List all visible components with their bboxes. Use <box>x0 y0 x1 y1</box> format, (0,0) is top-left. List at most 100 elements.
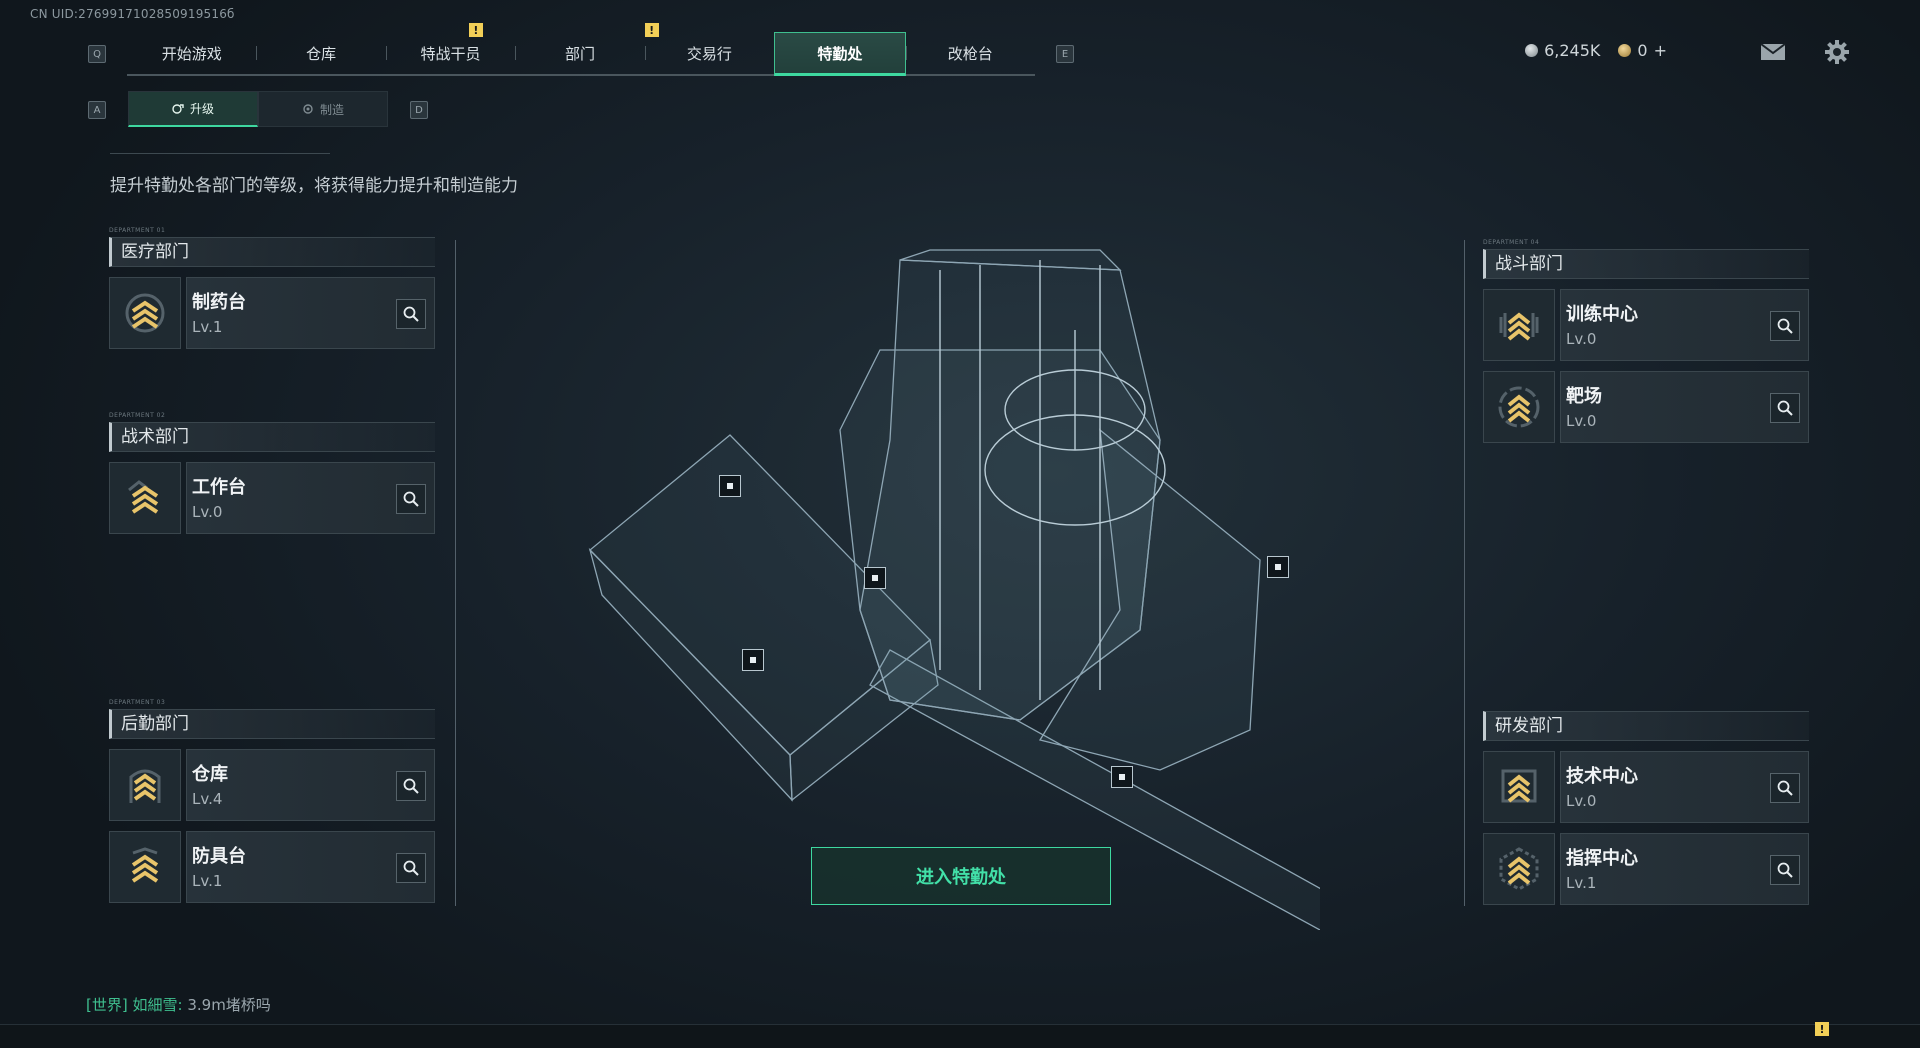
tab-craft-label: 制造 <box>319 102 344 117</box>
tab-label: 仓库 <box>306 44 337 63</box>
subnav-next-key[interactable]: D <box>410 101 428 119</box>
department-title: 后勤部门 <box>109 709 435 739</box>
tab-upgrade[interactable]: 升级 <box>128 91 258 127</box>
department-title: 医疗部门 <box>109 237 435 267</box>
department-tag: DEPARTMENT 04 <box>1483 239 1540 246</box>
map-marker[interactable] <box>1111 766 1133 788</box>
search-icon[interactable] <box>1770 773 1800 803</box>
nav-prev-key[interactable]: Q <box>88 45 106 63</box>
facility-card[interactable]: 制药台 Lv.1 <box>186 277 435 349</box>
department-tag: DEPARTMENT 02 <box>109 412 166 419</box>
bottom-bar <box>0 1024 1920 1048</box>
tab-departments[interactable]: 部门 <box>515 32 644 74</box>
facility-card[interactable]: 训练中心 Lv.0 <box>1560 289 1809 361</box>
facility-tech-center[interactable]: 技术中心 Lv.0 <box>1483 751 1809 823</box>
department-tactical: DEPARTMENT 02 战术部门 工作台 Lv.0 <box>109 412 435 534</box>
tab-warehouse[interactable]: 仓库 <box>256 32 385 74</box>
upgrade-chevron-icon <box>1483 833 1555 905</box>
chat-line[interactable]: [世界] 如細雪: 3.9m堵桥吗 <box>86 994 271 1015</box>
frame-line <box>455 240 465 906</box>
facility-card[interactable]: 工作台 Lv.0 <box>186 462 435 534</box>
gold-coin-icon <box>1618 44 1632 57</box>
upgrade-chevron-icon <box>1483 371 1555 443</box>
facility-shooting-range[interactable]: 靶场 Lv.0 <box>1483 371 1809 443</box>
facility-workbench[interactable]: 工作台 Lv.0 <box>109 462 435 534</box>
gold-amount: 0 <box>1637 41 1648 60</box>
search-icon[interactable] <box>1770 393 1800 423</box>
upgrade-chevron-icon <box>1483 289 1555 361</box>
department-tag <box>1483 701 1809 709</box>
alert-badge: ! <box>468 23 483 37</box>
department-research: 研发部门 技术中心 Lv.0 指挥中心 Lv.1 <box>1483 701 1809 905</box>
facility-card[interactable]: 靶场 Lv.0 <box>1560 371 1809 443</box>
facility-storage[interactable]: 仓库 Lv.4 <box>109 749 435 821</box>
department-tag: DEPARTMENT 03 <box>109 699 166 706</box>
facility-card[interactable]: 指挥中心 Lv.1 <box>1560 833 1809 905</box>
map-marker[interactable] <box>864 567 886 589</box>
upgrade-chevron-icon <box>109 277 181 349</box>
divider <box>110 153 330 154</box>
search-icon[interactable] <box>1770 855 1800 885</box>
nav-next-key[interactable]: E <box>1056 45 1074 63</box>
search-icon[interactable] <box>1770 311 1800 341</box>
add-gold-button[interactable]: + <box>1654 41 1667 60</box>
upgrade-chevron-icon <box>109 831 181 903</box>
frame-line <box>1455 240 1465 906</box>
alert-badge: ! <box>1815 1022 1829 1036</box>
gear-icon[interactable] <box>1824 39 1850 65</box>
tab-start-game[interactable]: 开始游戏 <box>127 32 256 74</box>
currency-bar: 6,245K 0 + <box>1525 41 1775 60</box>
department-tag: DEPARTMENT 01 <box>109 227 166 234</box>
upgrade-icon <box>172 103 184 114</box>
search-icon[interactable] <box>396 299 426 329</box>
enter-special-ops-button[interactable]: 进入特勤处 <box>811 847 1111 905</box>
map-marker[interactable] <box>719 475 741 497</box>
department-medical: DEPARTMENT 01 医疗部门 制药台 Lv.1 <box>109 227 435 349</box>
facility-card[interactable]: 防具台 Lv.1 <box>186 831 435 903</box>
department-title: 战斗部门 <box>1483 249 1809 279</box>
search-icon[interactable] <box>396 771 426 801</box>
tab-trading[interactable]: 交易行 ! <box>644 23 774 74</box>
facility-3d-model[interactable] <box>560 230 1320 930</box>
silver-coin-icon <box>1525 44 1539 57</box>
nav-tabs: 开始游戏 仓库 特战干员 ! 部门 交易行 ! 特勤处 改枪台 <box>127 23 1035 76</box>
tab-operators[interactable]: 特战干员 ! <box>385 23 515 74</box>
department-logistics: DEPARTMENT 03 后勤部门 仓库 Lv.4 防具台 Lv.1 <box>109 699 435 903</box>
map-marker[interactable] <box>1267 556 1289 578</box>
facility-card[interactable]: 仓库 Lv.4 <box>186 749 435 821</box>
chat-speaker: 如細雪: <box>132 996 183 1014</box>
main-nav: Q 开始游戏 仓库 特战干员 ! 部门 交易行 ! 特勤处 改枪台 E <box>88 23 1074 79</box>
facility-pharmacy[interactable]: 制药台 Lv.1 <box>109 277 435 349</box>
tab-upgrade-label: 升级 <box>189 102 214 116</box>
sub-nav: A 升级 制造 D <box>88 91 428 129</box>
tab-special-ops[interactable]: 特勤处 <box>774 32 906 76</box>
tab-label: 特战干员 <box>420 44 481 63</box>
chat-channel: [世界] <box>86 996 128 1014</box>
page-description: 提升特勤处各部门的等级，将获得能力提升和制造能力 <box>110 176 518 196</box>
facility-card[interactable]: 技术中心 Lv.0 <box>1560 751 1809 823</box>
tab-label: 特勤处 <box>817 44 863 63</box>
envelope-icon[interactable] <box>1760 43 1786 61</box>
tab-label: 交易行 <box>686 44 732 63</box>
silver-amount: 6,245K <box>1544 41 1601 60</box>
search-icon[interactable] <box>396 853 426 883</box>
department-title: 战术部门 <box>109 422 435 452</box>
subnav-prev-key[interactable]: A <box>88 101 106 119</box>
chat-message: 3.9m堵桥吗 <box>187 996 271 1014</box>
facility-armor-bench[interactable]: 防具台 Lv.1 <box>109 831 435 903</box>
upgrade-chevron-icon <box>109 462 181 534</box>
search-icon[interactable] <box>396 484 426 514</box>
gold-currency[interactable]: 0 + <box>1618 41 1667 60</box>
facility-training-center[interactable]: 训练中心 Lv.0 <box>1483 289 1809 361</box>
tab-label: 改枪台 <box>947 44 993 63</box>
craft-icon <box>303 104 313 114</box>
tab-craft[interactable]: 制造 <box>258 91 388 127</box>
map-marker[interactable] <box>742 649 764 671</box>
upgrade-chevron-icon <box>109 749 181 821</box>
silver-currency: 6,245K <box>1525 41 1600 60</box>
department-combat: DEPARTMENT 04 战斗部门 训练中心 Lv.0 靶场 Lv.0 <box>1483 239 1809 443</box>
tab-gunsmith[interactable]: 改枪台 <box>905 32 1035 74</box>
facility-command-center[interactable]: 指挥中心 Lv.1 <box>1483 833 1809 905</box>
upgrade-chevron-icon <box>1483 751 1555 823</box>
department-title: 研发部门 <box>1483 711 1809 741</box>
